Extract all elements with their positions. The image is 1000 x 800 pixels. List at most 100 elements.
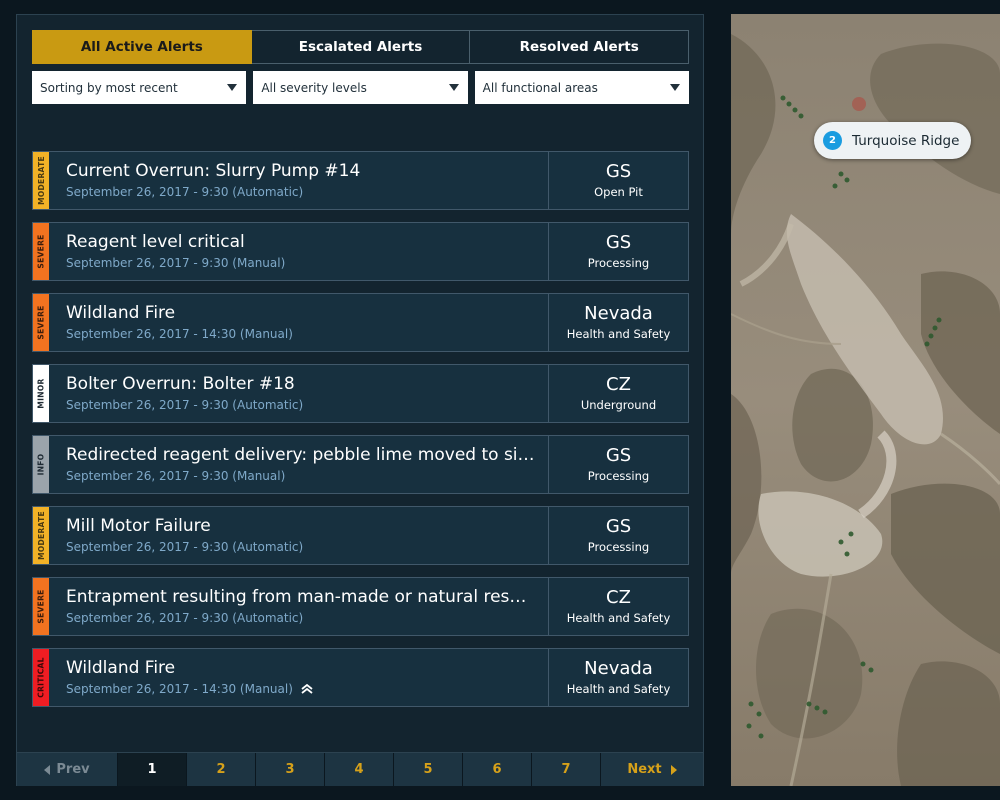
alert-functional-area: Health and Safety [566,327,671,341]
alert-title: Wildland Fire [66,658,176,678]
alert-timestamp: September 26, 2017 - 9:30 (Manual) [66,256,286,270]
alert-meta: September 26, 2017 - 9:30 (Automatic) [66,398,548,412]
tab-resolved-alerts[interactable]: Resolved Alerts [470,30,690,64]
alert-location: CZ Underground [548,365,688,422]
severity-label: SEVERE [36,589,46,624]
severity-label: MINOR [36,378,46,409]
alert-body: Redirected reagent delivery: pebble lime… [49,436,548,493]
alert-location: GS Open Pit [548,152,688,209]
alert-timestamp: September 26, 2017 - 14:30 (Manual) [66,327,293,341]
severity-badge: SEVERE [33,223,49,280]
alert-meta: September 26, 2017 - 9:30 (Manual) [66,256,548,270]
satellite-map[interactable]: 2 Turquoise Ridge [731,14,1000,786]
alert-row[interactable]: MINOR Bolter Overrun: Bolter #18 Septemb… [32,364,689,423]
arrow-left-icon [44,764,51,775]
severity-label: INFO [36,453,46,476]
alert-region: GS [605,232,632,253]
severity-badge: SEVERE [33,294,49,351]
alert-functional-area: Processing [587,540,650,554]
alert-title: Current Overrun: Slurry Pump #14 [66,161,361,181]
alert-location: GS Processing [548,507,688,564]
page-button-3[interactable]: 3 [256,753,325,786]
page-button-4[interactable]: 4 [325,753,394,786]
caret-down-icon [669,84,680,91]
alert-region: CZ [606,374,631,395]
alert-body: Entrapment resulting from man-made or na… [49,578,548,635]
alert-region: GS [605,161,632,182]
severity-badge: SEVERE [33,578,49,635]
escalated-chevron-icon [301,684,313,694]
tab-all-active-alerts[interactable]: All Active Alerts [32,30,252,64]
page-button-7[interactable]: 7 [532,753,601,786]
alert-timestamp: September 26, 2017 - 9:30 (Automatic) [66,540,304,554]
next-page-button[interactable]: Next [601,753,703,786]
alert-region: Nevada [584,303,653,324]
alert-row[interactable]: MODERATE Mill Motor Failure September 26… [32,506,689,565]
severity-label: SEVERE [36,305,46,340]
alert-title: Bolter Overrun: Bolter #18 [66,374,295,394]
caret-down-icon [448,84,459,91]
filter-bar: Sorting by most recent All severity leve… [32,71,689,104]
alert-location: Nevada Health and Safety [548,649,688,706]
alert-row[interactable]: SEVERE Entrapment resulting from man-mad… [32,577,689,636]
alert-timestamp: September 26, 2017 - 9:30 (Automatic) [66,185,304,199]
severity-dropdown[interactable]: All severity levels [253,71,468,104]
pin-number-badge: 2 [823,131,842,150]
severity-label: MODERATE [36,156,46,205]
severity-dropdown-label: All severity levels [261,80,367,95]
page-button-2[interactable]: 2 [187,753,256,786]
alert-timestamp: September 26, 2017 - 9:30 (Automatic) [66,398,304,412]
alert-title: Wildland Fire [66,303,176,323]
severity-badge: MINOR [33,365,49,422]
alert-functional-area: Underground [580,398,657,412]
prev-page-label: Prev [56,762,90,777]
alert-location: GS Processing [548,223,688,280]
alert-title: Reagent level critical [66,232,245,252]
pagination: Prev 1 2 3 4 5 6 7 Next [17,752,703,786]
map-location-pin[interactable]: 2 Turquoise Ridge [814,122,971,159]
tab-escalated-alerts[interactable]: Escalated Alerts [251,30,471,64]
severity-badge: INFO [33,436,49,493]
caret-down-icon [227,84,238,91]
pin-label: Turquoise Ridge [852,132,960,149]
severity-label: CRITICAL [36,657,46,698]
alert-row[interactable]: CRITICAL Wildland Fire September 26, 201… [32,648,689,707]
alert-region: GS [605,445,632,466]
alert-row[interactable]: SEVERE Wildland Fire September 26, 2017 … [32,293,689,352]
alert-meta: September 26, 2017 - 9:30 (Automatic) [66,540,548,554]
alert-functional-area: Processing [587,469,650,483]
arrow-right-icon [670,764,677,775]
alert-timestamp: September 26, 2017 - 9:30 (Manual) [66,469,286,483]
alert-location: GS Processing [548,436,688,493]
alert-functional-area: Health and Safety [566,611,671,625]
page-button-6[interactable]: 6 [463,753,532,786]
alerts-panel: All Active Alerts Escalated Alerts Resol… [16,14,704,786]
alert-tabs: All Active Alerts Escalated Alerts Resol… [32,30,690,64]
prev-page-button[interactable]: Prev [17,753,118,786]
alert-list: MODERATE Current Overrun: Slurry Pump #1… [32,151,689,719]
sort-dropdown[interactable]: Sorting by most recent [32,71,247,104]
alert-body: Current Overrun: Slurry Pump #14 Septemb… [49,152,548,209]
alert-body: Reagent level critical September 26, 201… [49,223,548,280]
alert-meta: September 26, 2017 - 9:30 (Automatic) [66,185,548,199]
alert-row[interactable]: MODERATE Current Overrun: Slurry Pump #1… [32,151,689,210]
severity-badge: CRITICAL [33,649,49,706]
alert-row[interactable]: INFO Redirected reagent delivery: pebble… [32,435,689,494]
alert-meta: September 26, 2017 - 14:30 (Manual) [66,682,548,696]
functional-area-dropdown[interactable]: All functional areas [474,71,689,104]
alert-functional-area: Processing [587,256,650,270]
alert-region: CZ [606,587,631,608]
alert-meta: September 26, 2017 - 9:30 (Manual) [66,469,548,483]
alert-meta: September 26, 2017 - 9:30 (Automatic) [66,611,548,625]
alert-region: Nevada [584,658,653,679]
alert-location: Nevada Health and Safety [548,294,688,351]
severity-label: MODERATE [36,511,46,560]
alert-row[interactable]: SEVERE Reagent level critical September … [32,222,689,281]
alert-timestamp: September 26, 2017 - 9:30 (Automatic) [66,611,304,625]
page-button-5[interactable]: 5 [394,753,463,786]
severity-label: SEVERE [36,234,46,269]
alert-functional-area: Open Pit [594,185,643,199]
alert-title: Mill Motor Failure [66,516,211,536]
alert-timestamp: September 26, 2017 - 14:30 (Manual) [66,682,293,696]
page-button-1[interactable]: 1 [118,753,187,786]
